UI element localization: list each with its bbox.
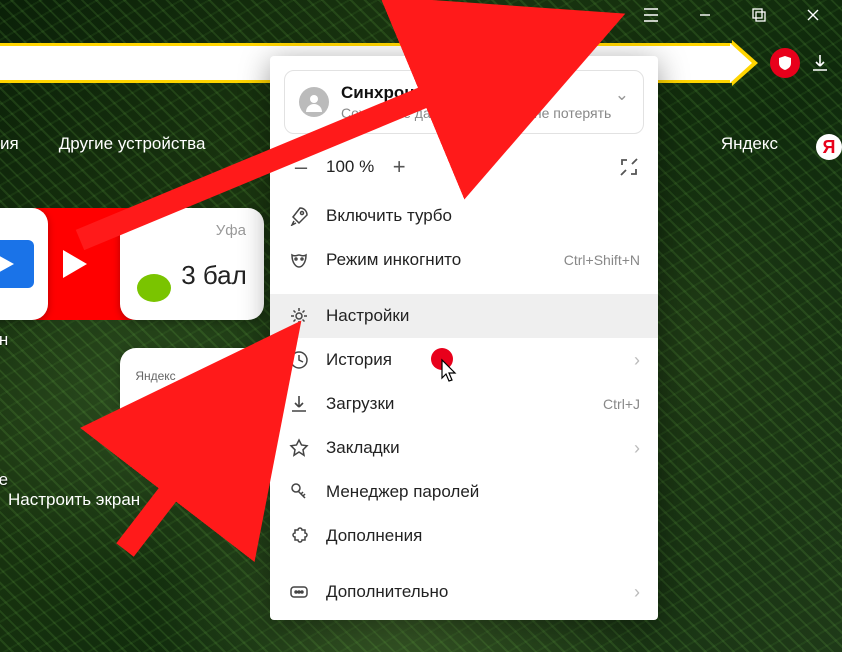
annotation-arrows xyxy=(0,0,842,652)
cursor-icon xyxy=(440,358,460,384)
